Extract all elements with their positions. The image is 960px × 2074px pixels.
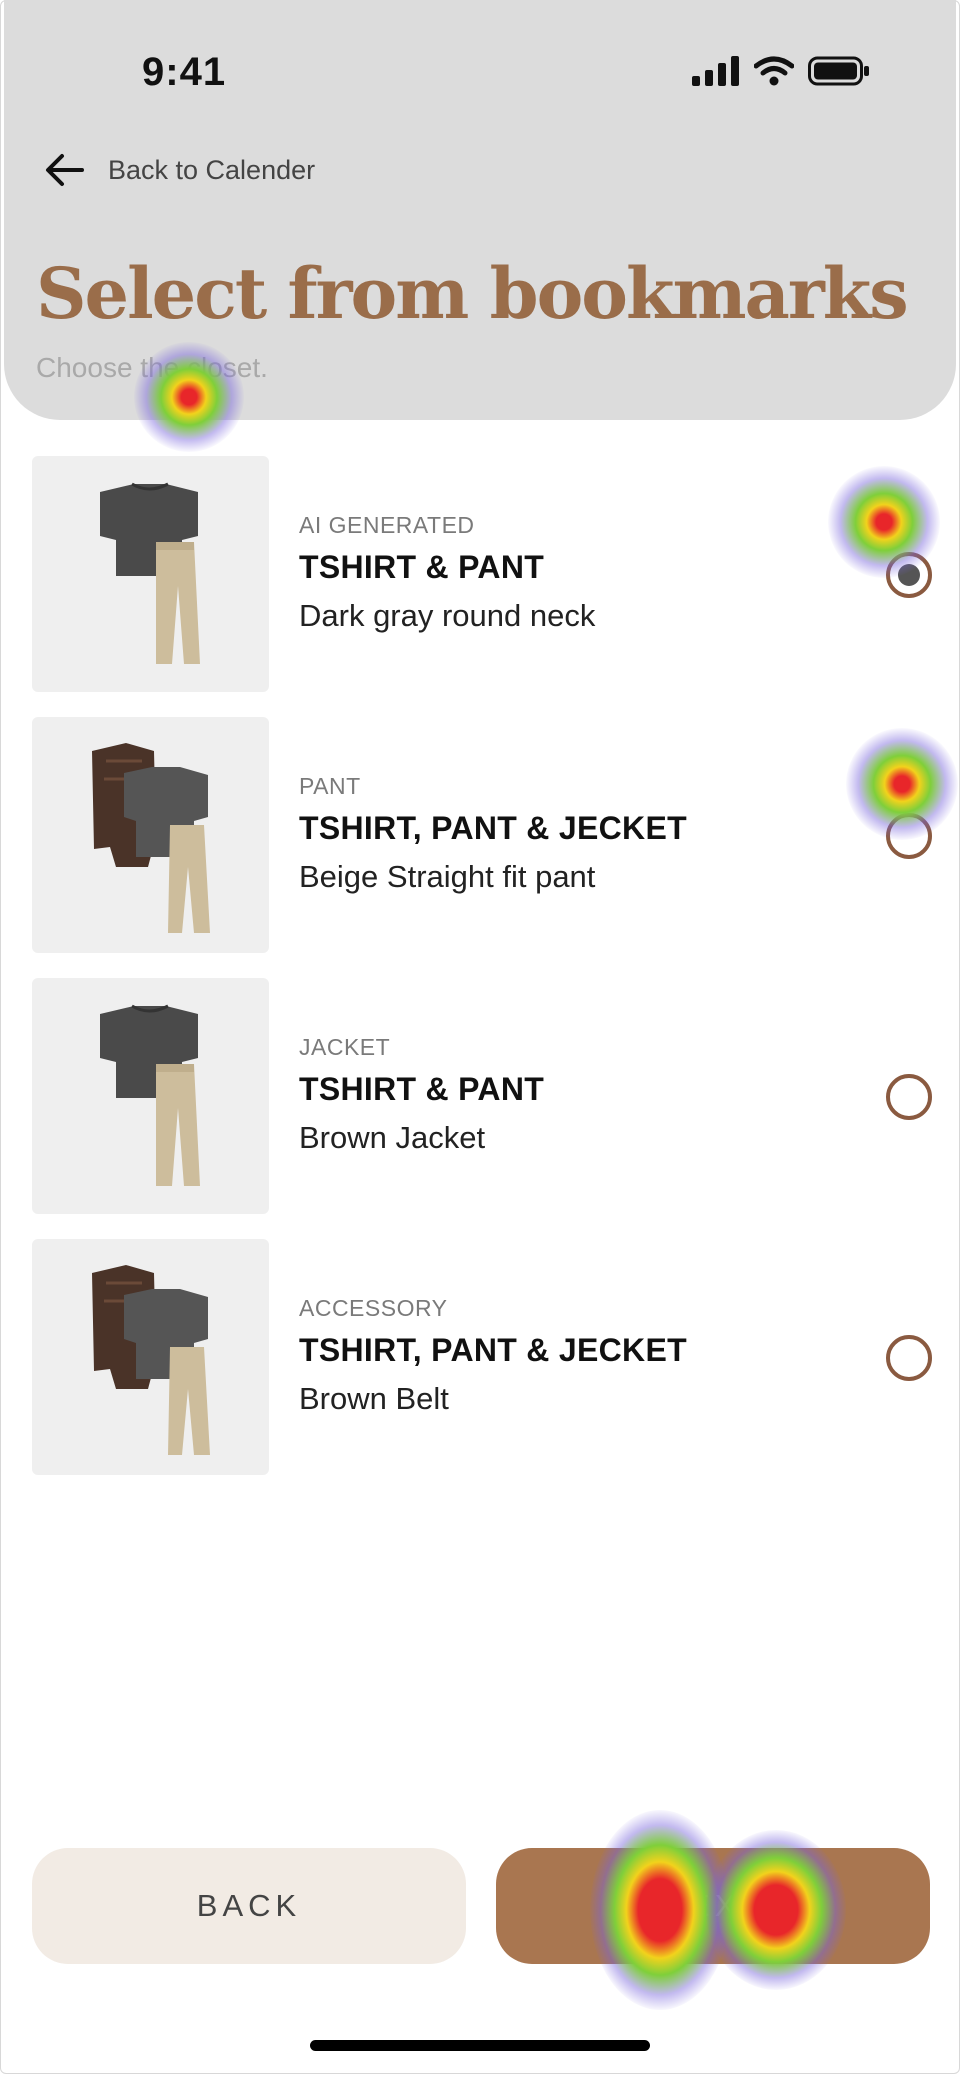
item-name: TSHIRT & PANT — [299, 1071, 545, 1107]
item-category: ACCESSORY — [299, 1295, 448, 1321]
radio-button-selected[interactable] — [886, 552, 932, 598]
item-name: TSHIRT & PANT — [299, 549, 545, 585]
outfit-image — [32, 456, 269, 692]
outfit-image — [32, 1239, 269, 1475]
item-details: JACKET TSHIRT & PANT Brown Jacket — [299, 1034, 544, 1156]
item-details: ACCESSORY TSHIRT, PANT & JECKET Brown Be… — [299, 1295, 687, 1417]
page-title: Select from bookmarks — [36, 252, 909, 335]
header: 9:41 Back to Calender Select from bookma… — [4, 0, 956, 420]
signal-icon — [692, 56, 739, 86]
status-icons — [692, 56, 870, 86]
outfit-image — [32, 717, 269, 953]
back-link-label: Back to Calender — [108, 154, 316, 185]
item-description: Brown Jacket — [299, 1120, 486, 1155]
item-details: PANT TSHIRT, PANT & JECKET Beige Straigh… — [299, 773, 687, 895]
item-name: TSHIRT, PANT & JECKET — [299, 1332, 687, 1368]
arrow-left-icon — [46, 154, 84, 186]
back-to-calendar-link[interactable]: Back to Calender — [44, 152, 315, 188]
list-item[interactable]: AI GENERATED TSHIRT & PANT Dark gray rou… — [32, 456, 932, 692]
radio-button[interactable] — [886, 813, 932, 859]
wifi-icon — [754, 56, 794, 86]
item-category: JACKET — [299, 1034, 391, 1060]
radio-button[interactable] — [886, 1335, 932, 1381]
item-description: Dark gray round neck — [299, 598, 596, 633]
item-name: TSHIRT, PANT & JECKET — [299, 810, 687, 846]
next-button[interactable]: NEXT — [496, 1848, 930, 1964]
item-description: Brown Belt — [299, 1381, 449, 1416]
radio-button[interactable] — [886, 1074, 932, 1120]
item-description: Beige Straight fit pant — [299, 859, 596, 894]
item-details: AI GENERATED TSHIRT & PANT Dark gray rou… — [299, 512, 595, 634]
battery-icon — [808, 56, 869, 86]
home-indicator — [310, 2040, 650, 2051]
back-button[interactable]: BACK — [32, 1848, 466, 1964]
list-item[interactable]: ACCESSORY TSHIRT, PANT & JECKET Brown Be… — [32, 1239, 932, 1475]
page-subtitle: Choose the closet. — [36, 352, 268, 383]
item-category: AI GENERATED — [299, 512, 475, 538]
status-time: 9:41 — [142, 50, 227, 94]
outfit-image — [32, 978, 269, 1214]
list-item[interactable]: PANT TSHIRT, PANT & JECKET Beige Straigh… — [32, 717, 932, 953]
item-category: PANT — [299, 773, 361, 799]
list-item[interactable]: JACKET TSHIRT & PANT Brown Jacket — [32, 978, 932, 1214]
